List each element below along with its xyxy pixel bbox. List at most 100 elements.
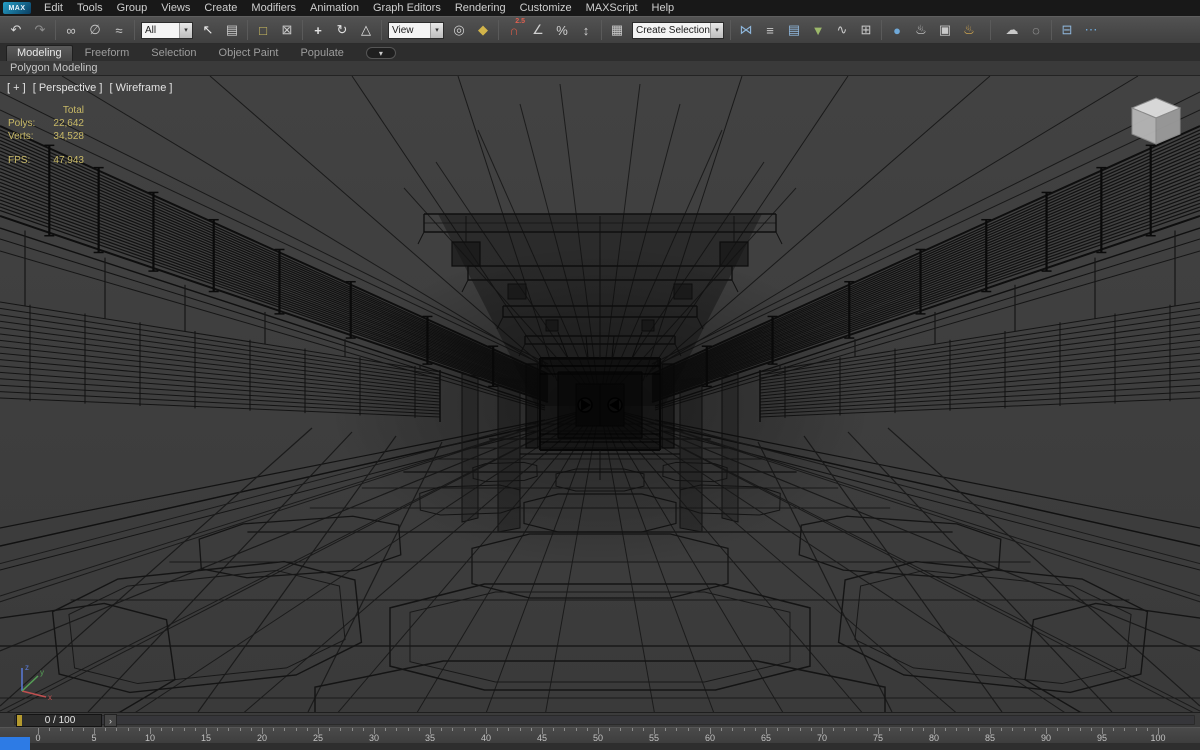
taskbar-fragment[interactable] bbox=[0, 737, 30, 750]
selection-filter-combo-value[interactable]: All bbox=[142, 25, 179, 36]
render-setup-button[interactable]: ♨ bbox=[910, 19, 932, 41]
select-by-name-icon: ▤ bbox=[225, 22, 239, 37]
angle-snap-button[interactable]: ∠ bbox=[527, 19, 549, 41]
bottom-strip bbox=[0, 737, 1200, 750]
menu-help[interactable]: Help bbox=[645, 0, 682, 16]
menu-rendering[interactable]: Rendering bbox=[448, 0, 513, 16]
polygon-modeling-panel[interactable]: Polygon Modeling bbox=[10, 62, 97, 74]
material-editor-button[interactable]: ● bbox=[886, 19, 908, 41]
render-cloud-icon: ☁ bbox=[1005, 22, 1019, 37]
trackbar-frame-number: 40 bbox=[480, 733, 492, 743]
reference-coordinate-combo-value[interactable]: View bbox=[389, 25, 430, 36]
render-cloud-button[interactable]: ☁ bbox=[1001, 19, 1023, 41]
menu-graph-editors[interactable]: Graph Editors bbox=[366, 0, 448, 16]
trackbar-frame-number: 100 bbox=[1150, 733, 1166, 743]
viewcube[interactable] bbox=[1128, 96, 1184, 153]
bind-space-warp-button[interactable]: ≈ bbox=[108, 19, 130, 41]
app-manager-button[interactable]: ◌ bbox=[1025, 19, 1047, 41]
rectangular-selection-button[interactable]: □ bbox=[252, 19, 274, 41]
menu-edit[interactable]: Edit bbox=[37, 0, 70, 16]
named-selection-combo[interactable]: Create Selection Se▾ bbox=[632, 21, 724, 39]
trackbar-frame-number: 70 bbox=[816, 733, 828, 743]
select-by-name-button[interactable]: ▤ bbox=[221, 19, 243, 41]
toolbar-separator bbox=[55, 20, 56, 40]
render-production-button[interactable]: ♨ bbox=[958, 19, 980, 41]
select-manipulate-button[interactable]: ◆ bbox=[472, 19, 494, 41]
toolbar-separator bbox=[134, 20, 135, 40]
combo-dropdown-arrow-icon[interactable]: ▾ bbox=[179, 22, 192, 38]
edit-named-sets-button[interactable]: ▦ bbox=[606, 19, 628, 41]
reference-coordinate-combo[interactable]: View ▾ bbox=[388, 21, 444, 39]
menu-maxscript[interactable]: MAXScript bbox=[579, 0, 645, 16]
ribbon-tab-selection[interactable]: Selection bbox=[141, 46, 206, 61]
trackbar-tick bbox=[172, 728, 174, 731]
angle-snap-icon: ∠ bbox=[532, 22, 544, 37]
ribbon-tab-bar: Modeling Freeform Selection Object Paint Pop… bbox=[0, 44, 1200, 61]
mirror-button[interactable]: ⋈ bbox=[735, 19, 757, 41]
trackbar-tick bbox=[385, 728, 387, 731]
window-crossing-button[interactable]: ⊠ bbox=[276, 19, 298, 41]
select-rotate-button[interactable]: ↻ bbox=[331, 19, 353, 41]
time-slider-handle[interactable]: 0 / 100 bbox=[16, 714, 102, 727]
trackbar-frame-number: 60 bbox=[704, 733, 716, 743]
select-scale-button[interactable]: △ bbox=[355, 19, 377, 41]
ribbon-minimize-button[interactable]: ▾ bbox=[365, 47, 396, 59]
viewport-general-menu[interactable]: [ + ] bbox=[7, 82, 26, 94]
select-link-button[interactable]: ∞ bbox=[60, 19, 82, 41]
percent-snap-button[interactable]: % bbox=[551, 19, 573, 41]
selection-filter-combo[interactable]: All ▾ bbox=[141, 21, 193, 39]
menu-tools[interactable]: Tools bbox=[70, 0, 110, 16]
trackbar-tick bbox=[161, 728, 163, 731]
undo-icon: ↶ bbox=[10, 22, 22, 37]
trackbar-tick bbox=[900, 728, 902, 731]
trackbar-tick bbox=[1034, 728, 1036, 731]
viewport[interactable]: [ + ] [ Perspective ] [ Wireframe ] Tota… bbox=[0, 76, 1200, 712]
align-button[interactable]: ≡ bbox=[759, 19, 781, 41]
menu-create[interactable]: Create bbox=[197, 0, 244, 16]
trackbar-tick bbox=[1012, 728, 1014, 731]
scene-explorer-button[interactable]: ⊟ bbox=[1056, 19, 1078, 41]
named-selection-combo-value[interactable]: Create Selection Se bbox=[633, 25, 710, 36]
trackbar-tick bbox=[519, 728, 521, 731]
track-bar[interactable]: 0 5 10 15 20 25 30 35 40 45 50 55 60 65 70 75 80 85 90 95 10… bbox=[0, 727, 1200, 743]
trackbar-tick bbox=[564, 728, 566, 731]
snaps-toggle-button[interactable]: ∩ 2.5 bbox=[503, 18, 525, 41]
ribbon-tab-freeform[interactable]: Freeform bbox=[75, 46, 140, 61]
trackbar-tick bbox=[676, 728, 678, 731]
menu-views[interactable]: Views bbox=[154, 0, 197, 16]
curve-editor-button[interactable]: ∿ bbox=[831, 19, 853, 41]
spinner-snap-button[interactable]: ↕ bbox=[575, 19, 597, 41]
ribbon-tab-modeling[interactable]: Modeling bbox=[6, 45, 73, 61]
menu-modifiers[interactable]: Modifiers bbox=[244, 0, 303, 16]
select-move-button[interactable]: + bbox=[307, 19, 329, 41]
schematic-view-button[interactable]: ⊞ bbox=[855, 19, 877, 41]
combo-dropdown-arrow-icon[interactable]: ▾ bbox=[430, 22, 443, 38]
trackbar-tick bbox=[586, 728, 588, 731]
trackbar-tick bbox=[1068, 728, 1070, 731]
viewport-pov-menu[interactable]: [ Perspective ] bbox=[33, 82, 103, 94]
select-object-button[interactable]: ↖ bbox=[197, 19, 219, 41]
redo-button[interactable]: ↷ bbox=[29, 19, 51, 41]
graphite-ribbon-button[interactable]: ▼ bbox=[807, 19, 829, 41]
undo-button[interactable]: ↶ bbox=[5, 19, 27, 41]
menu-customize[interactable]: Customize bbox=[513, 0, 579, 16]
combo-dropdown-arrow-icon[interactable]: ▾ bbox=[710, 22, 723, 38]
menu-items: Edit Tools Group Views Create Modifiers Animat… bbox=[37, 0, 681, 16]
toolbar-separator bbox=[730, 20, 731, 40]
unlink-selection-button[interactable]: ∅ bbox=[84, 19, 106, 41]
toolbar-separator bbox=[302, 20, 303, 40]
menu-group[interactable]: Group bbox=[110, 0, 155, 16]
max-app-button[interactable]: MAX bbox=[3, 2, 31, 14]
more-tools-button[interactable]: ⋯ bbox=[1080, 19, 1102, 41]
rendered-frame-button[interactable]: ▣ bbox=[934, 19, 956, 41]
ribbon-tab-populate[interactable]: Populate bbox=[290, 46, 353, 61]
time-slider-track[interactable] bbox=[14, 715, 1195, 725]
trackbar-tick bbox=[967, 728, 969, 731]
use-pivot-center-button[interactable]: ◎ bbox=[448, 19, 470, 41]
trackbar-tick bbox=[788, 728, 790, 731]
next-frame-button[interactable]: › bbox=[104, 714, 117, 727]
layer-manager-button[interactable]: ▤ bbox=[783, 19, 805, 41]
viewport-shading-menu[interactable]: [ Wireframe ] bbox=[109, 82, 172, 94]
ribbon-tab-object-paint[interactable]: Object Paint bbox=[209, 46, 289, 61]
menu-animation[interactable]: Animation bbox=[303, 0, 366, 16]
